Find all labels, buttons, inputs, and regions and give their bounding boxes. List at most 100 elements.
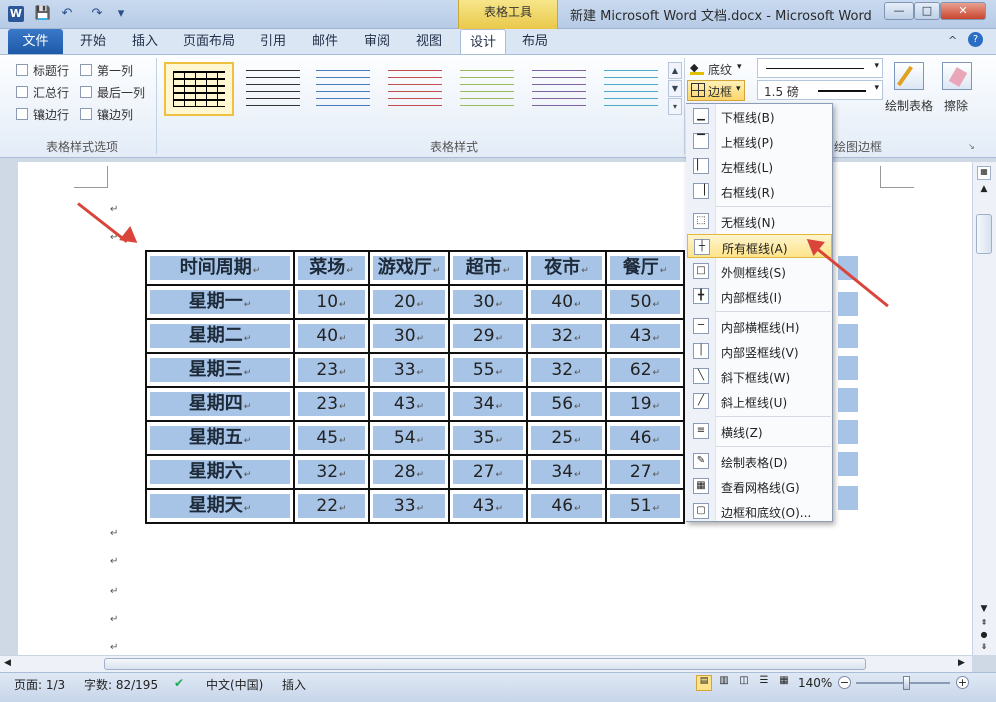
table-cell[interactable]: 30↵ [368, 318, 450, 354]
data-table[interactable]: 时间周期↵ 菜场↵ 游戏厅↵ 超市↵ 夜市↵ 餐厅↵ 星期一↵ 10↵ 20↵ 30↵ 40↵ 50↵… [145, 250, 685, 524]
eraser-icon[interactable] [942, 62, 972, 90]
table-cell[interactable]: 28↵ [368, 454, 450, 490]
next-page-icon[interactable]: ⇟ [977, 642, 991, 652]
table-cell[interactable]: 25↵ [526, 420, 607, 456]
shading-button[interactable]: 底纹 [708, 61, 732, 78]
menu-item-left-border[interactable]: ▏ 左框线(L) [687, 154, 832, 178]
zoom-slider-thumb[interactable] [903, 676, 910, 690]
pen-weight-select[interactable]: 1.5 磅 ▾ [757, 80, 883, 100]
menu-item-inside-borders[interactable]: ╋ 内部框线(I) [687, 284, 832, 308]
tab-layout[interactable]: 布局 [512, 29, 558, 54]
pen-style-select[interactable]: ▾ [757, 58, 883, 78]
browse-object-icon[interactable]: ● [977, 630, 991, 640]
menu-item-inside-horizontal-border[interactable]: ─ 内部横框线(H) [687, 314, 832, 338]
table-cell[interactable]: 30↵ [448, 284, 528, 320]
horizontal-scrollbar[interactable]: ◀ ▶ [0, 655, 972, 672]
table-cell[interactable]: 51↵ [605, 488, 685, 524]
table-cell[interactable]: 40↵ [526, 284, 607, 320]
menu-item-diagonal-up-border[interactable]: ╱ 斜上框线(U) [687, 389, 832, 413]
menu-item-horizontal-line[interactable]: ≡ 横线(Z) [687, 419, 832, 443]
table-header-cell[interactable]: 餐厅↵ [605, 250, 685, 286]
collapse-ribbon-icon[interactable]: ^ [948, 34, 957, 47]
vertical-scroll-thumb[interactable] [976, 214, 992, 254]
table-cell-partial[interactable] [838, 420, 858, 444]
full-screen-reading-icon[interactable]: ▥ [716, 675, 732, 691]
table-cell[interactable]: 34↵ [526, 454, 607, 490]
table-header-cell[interactable]: 菜场↵ [293, 250, 370, 286]
table-cell[interactable]: 20↵ [368, 284, 450, 320]
table-cell[interactable]: 32↵ [526, 352, 607, 388]
table-cell-partial[interactable] [838, 452, 858, 476]
table-cell[interactable]: 22↵ [293, 488, 370, 524]
shading-bucket-icon[interactable]: ◆ [690, 61, 704, 75]
outline-view-icon[interactable]: ☰ [756, 675, 772, 691]
table-cell[interactable]: 27↵ [605, 454, 685, 490]
shading-dropdown-icon[interactable]: ▾ [737, 62, 742, 72]
first-column-checkbox[interactable] [80, 64, 92, 76]
menu-item-right-border[interactable]: ▕ 右框线(R) [687, 179, 832, 203]
table-header-cell[interactable]: 游戏厅↵ [368, 250, 450, 286]
ruler-toggle-icon[interactable]: ▦ [977, 166, 991, 180]
menu-item-borders-and-shading[interactable]: ▢ 边框和底纹(O)... [687, 499, 832, 523]
table-cell[interactable]: 50↵ [605, 284, 685, 320]
table-cell[interactable]: 40↵ [293, 318, 370, 354]
tab-view[interactable]: 视图 [406, 29, 452, 54]
menu-item-no-border[interactable]: ⬚ 无框线(N) [687, 209, 832, 233]
table-style-red[interactable] [380, 62, 450, 116]
customize-qat-icon[interactable]: ▾ [112, 5, 130, 23]
table-style-purple[interactable] [524, 62, 594, 116]
table-cell-partial[interactable] [838, 486, 858, 510]
table-cell[interactable]: 62↵ [605, 352, 685, 388]
print-layout-icon[interactable]: ▤ [696, 675, 712, 691]
save-icon[interactable]: 💾 [34, 5, 52, 23]
word-count[interactable]: 字数: 82/195 [84, 676, 158, 693]
table-cell[interactable]: 43↵ [605, 318, 685, 354]
draft-view-icon[interactable]: ▦ [776, 675, 792, 691]
table-cell[interactable]: 19↵ [605, 386, 685, 422]
eraser-button[interactable]: 擦除 [944, 97, 968, 114]
tab-references[interactable]: 引用 [250, 29, 296, 54]
table-cell[interactable]: 10↵ [293, 284, 370, 320]
table-cell[interactable]: 55↵ [448, 352, 528, 388]
table-row-header-cell[interactable]: 星期四↵ [145, 386, 295, 422]
gallery-down-icon[interactable]: ▼ [668, 80, 682, 97]
banded-rows-checkbox[interactable] [16, 108, 28, 120]
table-cell[interactable]: 29↵ [448, 318, 528, 354]
table-cell[interactable]: 33↵ [368, 352, 450, 388]
minimize-button[interactable]: — [884, 2, 914, 20]
table-cell[interactable]: 46↵ [605, 420, 685, 456]
table-cell[interactable]: 56↵ [526, 386, 607, 422]
web-layout-icon[interactable]: ◫ [736, 675, 752, 691]
table-cell[interactable]: 43↵ [448, 488, 528, 524]
redo-icon[interactable]: ↷ [88, 5, 106, 23]
banded-columns-checkbox[interactable] [80, 108, 92, 120]
scroll-down-icon[interactable]: ▼ [977, 604, 991, 616]
table-row-header-cell[interactable]: 星期六↵ [145, 454, 295, 490]
table-style-plain[interactable] [238, 62, 308, 116]
table-cell[interactable]: 45↵ [293, 420, 370, 456]
menu-item-view-gridlines[interactable]: ▦ 查看网格线(G) [687, 474, 832, 498]
tab-home[interactable]: 开始 [70, 29, 116, 54]
table-cell[interactable]: 54↵ [368, 420, 450, 456]
table-header-cell[interactable]: 超市↵ [448, 250, 528, 286]
dialog-launcher-icon[interactable]: ↘ [968, 142, 975, 151]
draw-table-button[interactable]: 绘制表格 [885, 97, 933, 114]
scroll-up-icon[interactable]: ▲ [977, 184, 991, 198]
table-cell[interactable]: 32↵ [526, 318, 607, 354]
word-app-icon[interactable]: W [8, 6, 24, 22]
table-cell[interactable]: 27↵ [448, 454, 528, 490]
close-button[interactable]: ✕ [940, 2, 986, 20]
scroll-left-icon[interactable]: ◀ [4, 658, 11, 668]
gallery-more-icon[interactable]: ▾ [668, 98, 682, 115]
tab-page-layout[interactable]: 页面布局 [176, 29, 242, 54]
border-button[interactable]: 边框 ▾ [687, 80, 745, 101]
table-cell[interactable]: 33↵ [368, 488, 450, 524]
table-cell[interactable]: 43↵ [368, 386, 450, 422]
table-style-green[interactable] [452, 62, 522, 116]
table-style-teal[interactable] [596, 62, 666, 116]
scroll-right-icon[interactable]: ▶ [958, 658, 965, 668]
table-cell[interactable]: 23↵ [293, 352, 370, 388]
table-style-blue[interactable] [308, 62, 378, 116]
table-cell-partial[interactable] [838, 388, 858, 412]
help-icon[interactable]: ? [968, 32, 983, 47]
